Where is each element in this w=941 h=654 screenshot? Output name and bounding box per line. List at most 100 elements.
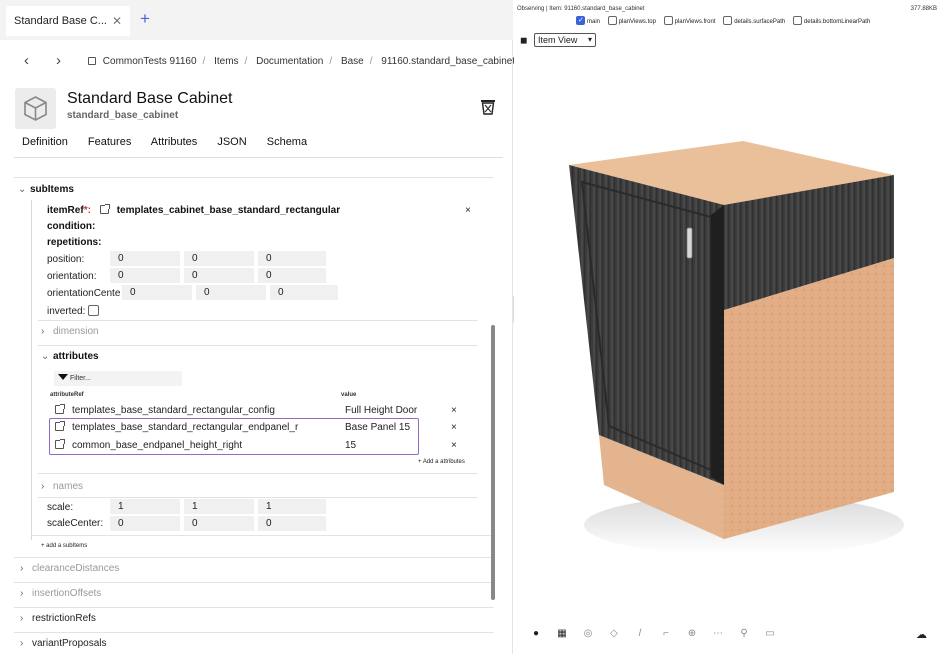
attribute-value[interactable]: 15 [345, 440, 356, 451]
observing-status: Observing | Item: 91160.standard_base_ca… [517, 6, 645, 12]
table-row[interactable]: templates_base_standard_rectangular_conf… [55, 404, 275, 416]
external-link-icon[interactable] [55, 439, 65, 449]
scrollbar[interactable] [491, 325, 495, 600]
attributes-label: attributes [53, 351, 99, 362]
chevron-right-icon: › [41, 326, 45, 337]
back-button[interactable]: ‹ [24, 52, 29, 70]
attribute-value[interactable]: Base Panel 15 [345, 422, 410, 433]
external-link-icon[interactable] [99, 204, 110, 214]
itemref-label: itemRef [47, 205, 84, 216]
scale-x-field[interactable]: 1 [110, 499, 180, 514]
breadcrumb-item-project[interactable]: CommonTests 91160 [103, 56, 197, 67]
layer-main-checkbox[interactable] [576, 16, 585, 25]
names-toggle[interactable]: › names [41, 481, 83, 492]
position-y-field[interactable]: 0 [184, 251, 254, 266]
position-x-field[interactable]: 0 [110, 251, 180, 266]
scale-label: scale: [47, 502, 74, 513]
attribute-value[interactable]: Full Height Door [345, 405, 417, 416]
breadcrumb-item-base[interactable]: Base [341, 56, 364, 67]
add-subitem-button[interactable]: + add a subItems [41, 543, 87, 549]
view-select-dropdown[interactable]: Item View ▾ [534, 33, 596, 47]
tree-guide [31, 200, 32, 540]
repetitions-label: repetitions: [47, 237, 102, 248]
remove-itemref-button[interactable]: × [465, 205, 471, 216]
dots-icon[interactable]: ⋯ [705, 628, 731, 639]
variant-proposals-label: variantProposals [32, 638, 107, 649]
column-header-value: value [341, 392, 357, 398]
restriction-refs-label: restrictionRefs [32, 613, 96, 624]
forward-button[interactable]: › [56, 52, 61, 70]
remove-attribute-button[interactable]: × [451, 405, 457, 416]
breadcrumb-item-items[interactable]: Items [214, 56, 238, 67]
subitems-toggle[interactable]: ⌄ subItems [18, 184, 74, 195]
add-attribute-button[interactable]: + Add a attributes [418, 459, 465, 465]
compass-icon[interactable]: ◎ [575, 628, 601, 639]
brush-icon[interactable]: / [627, 628, 653, 639]
scale-center-z-field[interactable]: 0 [258, 516, 326, 531]
layer-surface-path-label: details.surfacePath [734, 19, 786, 25]
scale-y-field[interactable]: 1 [184, 499, 254, 514]
3d-viewport[interactable] [514, 55, 941, 625]
inverted-checkbox[interactable] [88, 305, 100, 316]
layer-surface-path-checkbox[interactable] [723, 16, 733, 25]
itemref-value[interactable]: templates_cabinet_base_standard_rectangu… [117, 205, 340, 216]
attributes-filter-input[interactable]: Filter... [54, 371, 182, 386]
layer-main-label: main [587, 19, 601, 25]
tab-standard-base-cabinet[interactable]: Standard Base C... ✕ [6, 6, 130, 36]
remove-attribute-button[interactable]: × [451, 422, 457, 433]
external-link-icon[interactable] [55, 404, 65, 414]
position-z-field[interactable]: 0 [258, 251, 326, 266]
scale-z-field[interactable]: 1 [258, 499, 326, 514]
person-icon[interactable]: ⚲ [731, 628, 757, 639]
scale-center-y-field[interactable]: 0 [184, 516, 254, 531]
remove-attribute-button[interactable]: × [451, 440, 457, 451]
orientation-center-label: orientationCente [47, 288, 121, 299]
crop-icon[interactable]: ⌐ [653, 628, 679, 639]
chevron-right-icon: › [41, 481, 45, 492]
restriction-refs-toggle[interactable]: › restrictionRefs [20, 613, 96, 624]
divider [38, 345, 478, 346]
table-row[interactable]: templates_base_standard_rectangular_endp… [55, 421, 298, 433]
cube-outline-icon[interactable]: ◇ [601, 628, 627, 639]
close-icon[interactable]: ✕ [112, 14, 122, 28]
trash-icon[interactable] [480, 98, 496, 121]
attributes-toggle[interactable]: ⌄ attributes [41, 351, 99, 362]
tab-attributes[interactable]: Attributes [151, 136, 197, 148]
orientation-y-field[interactable]: 0 [184, 268, 254, 283]
position-label: position: [47, 254, 85, 265]
insertion-offsets-toggle[interactable]: › insertionOffsets [20, 588, 101, 599]
variant-proposals-toggle[interactable]: › variantProposals [20, 638, 106, 649]
layer-bottom-linear-path-checkbox[interactable] [792, 16, 802, 25]
layer-planviews-front-checkbox[interactable] [663, 16, 673, 25]
editor-pane: Standard Base C... ✕ + ‹ › CommonTests 9… [0, 0, 515, 654]
target-icon[interactable]: ⊕ [679, 628, 705, 639]
divider [14, 632, 494, 633]
orientation-z-field[interactable]: 0 [258, 268, 326, 283]
tab-features[interactable]: Features [88, 136, 131, 148]
scale-center-x-field[interactable]: 0 [110, 516, 180, 531]
external-link-icon[interactable] [55, 421, 65, 431]
dimension-toggle[interactable]: › dimension [41, 326, 99, 337]
orientation-x-field[interactable]: 0 [110, 268, 180, 283]
orientation-center-x-field[interactable]: 0 [122, 285, 192, 300]
tab-schema[interactable]: Schema [267, 136, 307, 148]
tab-definition[interactable]: Definition [22, 136, 68, 148]
column-header-attributeref: attributeRef [50, 392, 84, 398]
breadcrumb-item-documentation[interactable]: Documentation [256, 56, 323, 67]
table-row[interactable]: common_base_endpanel_height_right [55, 439, 243, 451]
tab-bar: Standard Base C... ✕ + [0, 0, 513, 40]
tab-json[interactable]: JSON [217, 136, 246, 148]
grid-icon[interactable]: ▦ [549, 628, 575, 639]
palette-icon[interactable]: ● [523, 628, 549, 639]
new-tab-icon[interactable]: + [140, 9, 150, 29]
file-size: 377.88KB [910, 6, 937, 12]
orientation-center-z-field[interactable]: 0 [270, 285, 338, 300]
itemref-required: *: [83, 205, 91, 216]
clearance-distances-toggle[interactable]: › clearanceDistances [20, 563, 119, 574]
cloud-download-icon[interactable]: ☁ [916, 628, 927, 641]
layer-planviews-top-checkbox[interactable] [607, 16, 617, 25]
image-icon[interactable]: ▭ [757, 628, 783, 639]
attribute-ref: common_base_endpanel_height_right [72, 440, 243, 451]
filter-icon [58, 374, 68, 380]
orientation-center-y-field[interactable]: 0 [196, 285, 266, 300]
